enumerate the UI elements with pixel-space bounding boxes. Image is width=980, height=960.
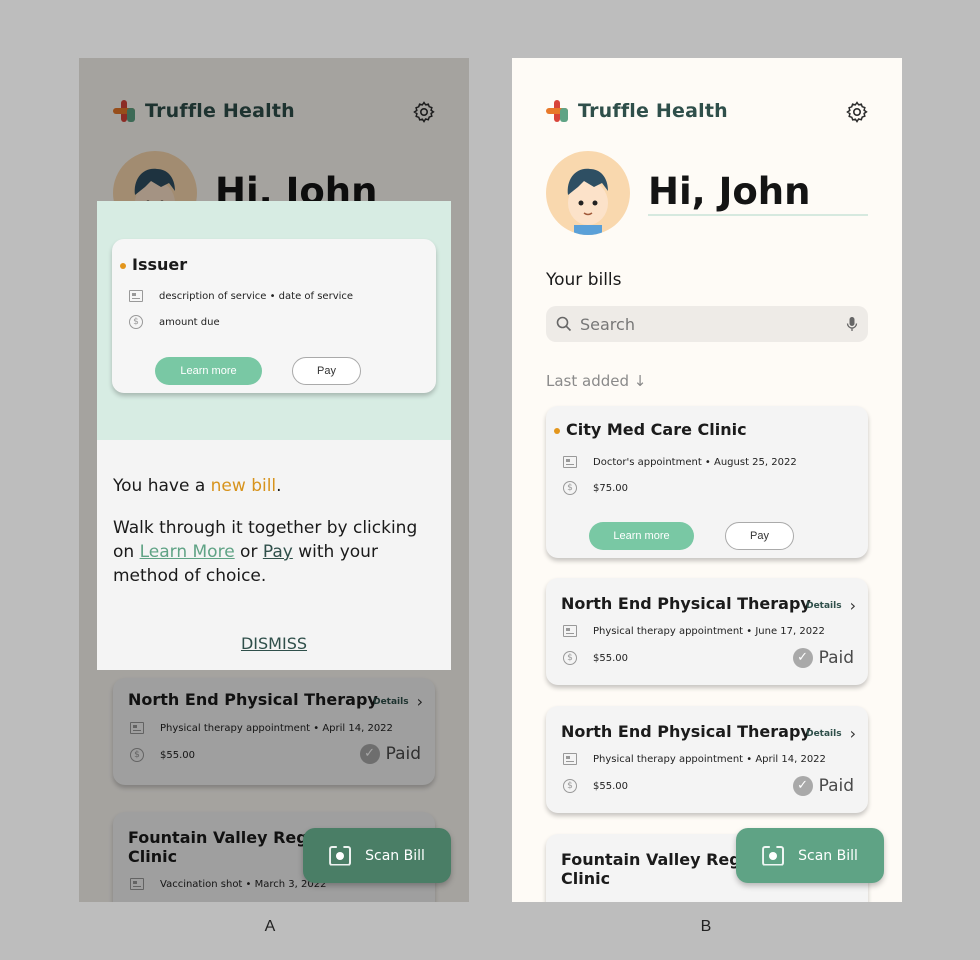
screen-a: Truffle Health Hi, John Your bills North… (79, 58, 469, 902)
check-icon: ✓ (792, 648, 813, 668)
bill-card-north-end-june[interactable]: North End Physical Therapy Details › Phys… (546, 578, 868, 685)
walk-end: with your (292, 542, 378, 562)
example-bill-card: Issuer description of service • date of … (112, 239, 436, 393)
chevron-right-icon: › (849, 724, 856, 743)
walk-on: on (113, 542, 140, 562)
panel-label-b: B (700, 918, 712, 935)
pay-link[interactable]: Pay (263, 542, 293, 562)
card-title: City Med Care Clinic (554, 420, 747, 439)
issuer-label: Issuer (132, 255, 188, 274)
card-title: North End Physical Therapy (561, 594, 811, 613)
description: Physical therapy appointment • April 14,… (593, 753, 826, 765)
walk-line-3: method of choice. (113, 566, 267, 586)
walk-or: or (234, 542, 263, 562)
microphone-icon[interactable] (846, 316, 858, 332)
message-lead: You have a (113, 476, 211, 496)
scan-bill-button[interactable]: Scan Bill (303, 828, 451, 883)
paid-status: ✓ Paid (792, 648, 854, 668)
screen-b: Truffle Health Hi, John Your bills Searc… (512, 58, 902, 902)
learn-more-button[interactable]: Learn more (589, 522, 694, 550)
brand: Truffle Health (546, 100, 728, 122)
description: description of service • date of service (159, 290, 354, 302)
camera-scan-icon (762, 846, 784, 866)
chevron-right-icon: › (849, 596, 856, 615)
dollar-icon: $ (563, 481, 577, 495)
document-icon (129, 290, 143, 302)
panel-label-a: A (264, 918, 276, 935)
dismiss-button[interactable]: DISMISS (97, 634, 451, 653)
description: Doctor's appointment • August 25, 2022 (593, 456, 797, 468)
sort-last-added[interactable]: Last added ↓ (546, 372, 646, 390)
onboarding-illustration: Issuer description of service • date of … (97, 201, 451, 440)
message-end: . (276, 476, 282, 496)
amount-row: $ $55.00 (563, 651, 628, 665)
details-label: Details (806, 600, 842, 611)
card-title-line-2: Clinic (561, 869, 611, 888)
amount-row: $ amount due (129, 315, 220, 329)
greeting: Hi, John (648, 170, 811, 213)
settings-gear-icon[interactable] (845, 100, 869, 124)
dollar-icon: $ (563, 779, 577, 793)
onboarding-sheet: Issuer description of service • date of … (97, 201, 451, 670)
paid-status: ✓ Paid (792, 776, 854, 796)
truffle-logo-icon (546, 100, 568, 122)
learn-more-button: Learn more (155, 357, 262, 385)
amount-row: $ $75.00 (563, 481, 628, 495)
card-title: North End Physical Therapy (561, 722, 811, 741)
walk-line-1: Walk through it together by clicking (113, 518, 418, 538)
check-icon: ✓ (792, 776, 813, 796)
pay-button: Pay (292, 357, 361, 385)
description-row: description of service • date of service (129, 290, 353, 302)
amount-row: $ $55.00 (563, 779, 628, 793)
amount: $75.00 (593, 482, 628, 494)
card-title: Issuer (120, 255, 187, 274)
new-dot (554, 427, 560, 434)
camera-scan-icon (329, 846, 351, 866)
amount: $55.00 (593, 652, 628, 664)
card-title-text: City Med Care Clinic (566, 420, 747, 439)
paid-label: Paid (818, 776, 854, 796)
details-label: Details (806, 728, 842, 739)
bill-card-city-med[interactable]: City Med Care Clinic Doctor's appointmen… (546, 406, 868, 558)
document-icon (563, 625, 577, 637)
search-bar[interactable]: Search (546, 306, 868, 342)
new-bill-highlight: new bill (210, 476, 277, 496)
amount: $55.00 (593, 780, 628, 792)
details-link[interactable]: Details › (806, 724, 856, 743)
avatar (546, 151, 630, 235)
details-link[interactable]: Details › (806, 596, 856, 615)
scan-bill-button[interactable]: Scan Bill (736, 828, 884, 883)
learn-more-link[interactable]: Learn More (140, 542, 235, 562)
new-bill-message: You have a new bill. (113, 474, 282, 498)
bill-card-north-end-april[interactable]: North End Physical Therapy Details › Phys… (546, 706, 868, 813)
description-row: Physical therapy appointment • April 14,… (563, 753, 826, 765)
walkthrough-message: Walk through it together by clicking on … (113, 516, 417, 588)
new-dot (120, 262, 126, 269)
scan-bill-label: Scan Bill (798, 847, 858, 864)
description-row: Doctor's appointment • August 25, 2022 (563, 456, 797, 468)
pay-button[interactable]: Pay (725, 522, 794, 550)
dollar-icon: $ (563, 651, 577, 665)
description: Physical therapy appointment • June 17, … (593, 625, 825, 637)
dollar-icon: $ (129, 315, 143, 329)
paid-label: Paid (818, 648, 854, 668)
document-icon (563, 456, 577, 468)
your-bills-title: Your bills (546, 270, 622, 290)
greeting-underline (648, 214, 868, 216)
brand-name: Truffle Health (578, 100, 728, 122)
search-input[interactable]: Search (580, 315, 846, 334)
scan-bill-label: Scan Bill (365, 847, 425, 864)
document-icon (563, 753, 577, 765)
description-row: Physical therapy appointment • June 17, … (563, 625, 825, 637)
search-icon (556, 316, 572, 332)
amount: amount due (159, 316, 220, 328)
